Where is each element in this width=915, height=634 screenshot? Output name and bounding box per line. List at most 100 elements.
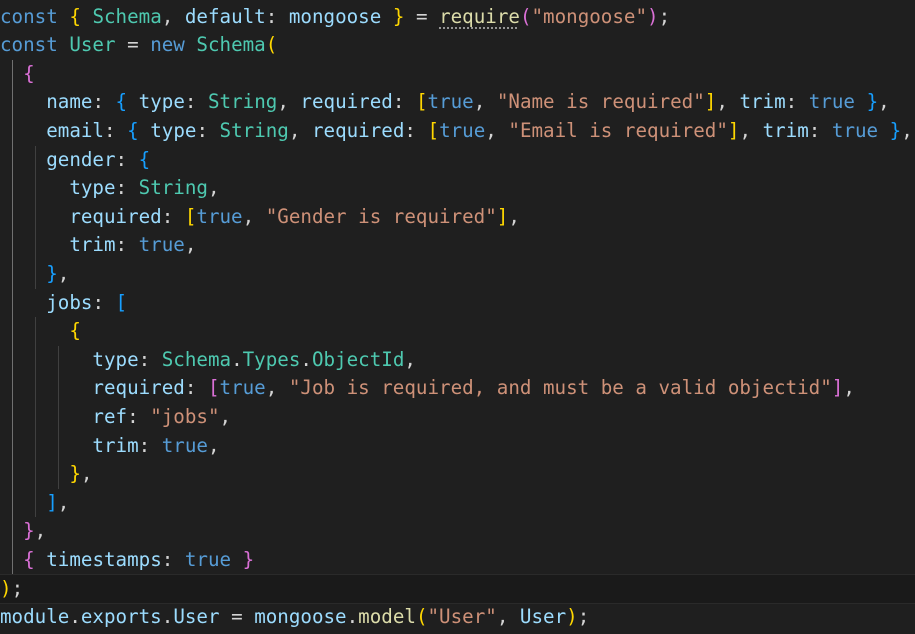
code-token: } bbox=[889, 118, 902, 142]
code-token: . bbox=[346, 605, 359, 629]
code-token: "Email is required" bbox=[508, 118, 728, 142]
code-token: "jobs" bbox=[150, 404, 220, 428]
code-line[interactable]: { bbox=[0, 60, 915, 89]
code-line[interactable]: }, bbox=[0, 260, 915, 289]
code-line[interactable]: trim: true, bbox=[0, 432, 915, 461]
code-token: trim bbox=[69, 233, 116, 257]
code-line[interactable]: gender: { bbox=[0, 146, 915, 175]
code-line[interactable]: module.exports.User = mongoose.model("Us… bbox=[0, 603, 915, 632]
code-token: "Gender is required" bbox=[265, 204, 497, 228]
code-token: } bbox=[392, 4, 405, 28]
code-token: : bbox=[127, 404, 151, 428]
code-token: : bbox=[808, 118, 832, 142]
code-token: type bbox=[138, 90, 185, 114]
code-token: { bbox=[23, 61, 35, 85]
code-token: { bbox=[69, 319, 81, 343]
code-token: . bbox=[300, 347, 312, 371]
code-token: trim bbox=[762, 118, 809, 142]
code-line[interactable]: jobs: [ bbox=[0, 289, 915, 318]
code-token: [ bbox=[207, 376, 220, 400]
code-line[interactable]: ], bbox=[0, 489, 915, 518]
code-token: gender bbox=[46, 147, 116, 171]
code-token: : bbox=[785, 90, 809, 114]
code-token: { bbox=[69, 4, 81, 28]
code-line[interactable]: }, bbox=[0, 460, 915, 489]
code-token: : bbox=[92, 290, 116, 314]
code-line[interactable]: type: Schema.Types.ObjectId, bbox=[0, 346, 915, 375]
code-token: require bbox=[439, 4, 520, 28]
code-line[interactable]: { timestamps: true } bbox=[0, 546, 915, 575]
code-token: : bbox=[115, 233, 139, 257]
code-token: ] bbox=[831, 376, 844, 400]
code-editor[interactable]: const { Schema, default: mongoose } = re… bbox=[0, 0, 915, 634]
code-token: true bbox=[808, 90, 855, 114]
code-line[interactable]: email: { type: String, required: [true, … bbox=[0, 117, 915, 146]
code-line[interactable]: type: String, bbox=[0, 174, 915, 203]
code-token: : bbox=[92, 90, 116, 114]
code-token: true bbox=[219, 376, 266, 400]
code-line[interactable]: }, bbox=[0, 517, 915, 546]
code-line[interactable]: const User = new Schema( bbox=[0, 31, 915, 60]
code-line[interactable]: ref: "jobs", bbox=[0, 403, 915, 432]
code-token: true bbox=[427, 90, 474, 114]
code-token: : bbox=[196, 118, 220, 142]
code-line[interactable]: name: { type: String, required: [true, "… bbox=[0, 88, 915, 117]
code-token: [ bbox=[427, 118, 440, 142]
code-token: type bbox=[92, 347, 139, 371]
code-token: = bbox=[404, 4, 440, 28]
code-token: String bbox=[138, 176, 208, 200]
code-token: , bbox=[57, 490, 70, 514]
code-token: , bbox=[843, 376, 855, 400]
code-token: ) bbox=[0, 576, 12, 600]
code-token: : bbox=[404, 118, 428, 142]
code-token: = bbox=[115, 33, 151, 57]
code-token: Schema bbox=[196, 33, 266, 57]
code-token: [ bbox=[415, 90, 428, 114]
code-token: [ bbox=[184, 204, 197, 228]
code-token: ref bbox=[92, 404, 128, 428]
code-token: , bbox=[878, 90, 890, 114]
code-token: } bbox=[23, 519, 35, 543]
code-token: true bbox=[138, 233, 185, 257]
code-line[interactable]: ); bbox=[0, 573, 915, 605]
code-token: : bbox=[392, 90, 416, 114]
code-token: ) bbox=[647, 4, 659, 28]
code-token: : bbox=[138, 433, 162, 457]
code-token: : bbox=[115, 176, 139, 200]
code-token: , bbox=[207, 433, 220, 457]
code-token: , bbox=[485, 118, 509, 142]
code-token: ] bbox=[704, 90, 717, 114]
code-line[interactable]: const { Schema, default: mongoose } = re… bbox=[0, 3, 915, 32]
code-token: new bbox=[150, 33, 185, 57]
code-token: , bbox=[277, 90, 301, 114]
code-token: , bbox=[34, 519, 47, 543]
code-line[interactable]: required: [true, "Job is required, and m… bbox=[0, 374, 915, 403]
code-token: true bbox=[831, 118, 879, 142]
code-line[interactable]: trim: true, bbox=[0, 231, 915, 260]
code-token: : bbox=[265, 4, 289, 28]
code-token: , bbox=[901, 118, 913, 142]
code-line[interactable]: required: [true, "Gender is required"], bbox=[0, 203, 915, 232]
code-token: } bbox=[866, 90, 879, 114]
code-token: , bbox=[161, 4, 185, 28]
code-token: } bbox=[69, 462, 81, 486]
code-token: Schema bbox=[92, 4, 162, 28]
code-token: User bbox=[519, 605, 567, 629]
code-token: : bbox=[184, 90, 208, 114]
code-token: const bbox=[0, 4, 58, 28]
code-token: } bbox=[46, 261, 58, 285]
code-token: type bbox=[69, 176, 116, 200]
code-token: , bbox=[739, 118, 763, 142]
code-line[interactable]: { bbox=[0, 317, 915, 346]
code-token: ; bbox=[577, 605, 590, 629]
code-token: ] bbox=[496, 204, 509, 228]
code-token: , bbox=[184, 233, 197, 257]
